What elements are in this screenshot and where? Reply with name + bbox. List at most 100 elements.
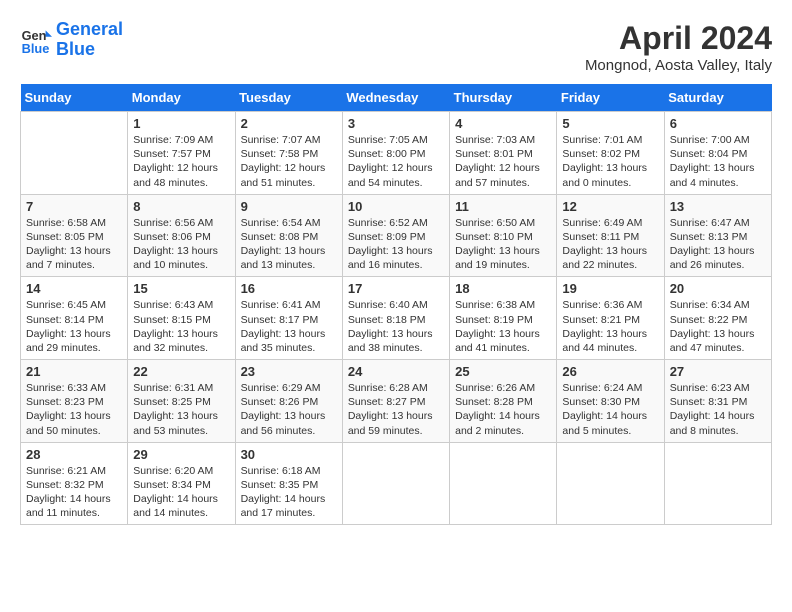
day-info: Sunrise: 7:09 AM Sunset: 7:57 PM Dayligh… xyxy=(133,133,229,190)
day-info: Sunrise: 6:52 AM Sunset: 8:09 PM Dayligh… xyxy=(348,216,444,273)
calendar-cell: 6 Sunrise: 7:00 AM Sunset: 8:04 PM Daylig… xyxy=(664,112,771,195)
day-number: 28 xyxy=(26,447,122,462)
calendar-cell: 8Sunrise: 6:56 AM Sunset: 8:06 PM Daylig… xyxy=(128,194,235,277)
day-header-tuesday: Tuesday xyxy=(235,84,342,112)
day-number: 2 xyxy=(241,116,337,131)
calendar-cell: 11 Sunrise: 6:50 AM Sunset: 8:10 PM Dayli… xyxy=(450,194,557,277)
day-info: Sunrise: 6:33 AM Sunset: 8:23 PM Dayligh… xyxy=(26,381,122,438)
calendar-cell: 27 Sunrise: 6:23 AM Sunset: 8:31 PM Dayli… xyxy=(664,360,771,443)
day-header-thursday: Thursday xyxy=(450,84,557,112)
header: Gen Blue General Blue April 2024 Mongnod… xyxy=(20,20,772,74)
calendar-cell: 18 Sunrise: 6:38 AM Sunset: 8:19 PM Dayli… xyxy=(450,277,557,360)
day-number: 20 xyxy=(670,281,766,296)
day-info: Sunrise: 6:28 AM Sunset: 8:27 PM Dayligh… xyxy=(348,381,444,438)
day-info: Sunrise: 6:26 AM Sunset: 8:28 PM Dayligh… xyxy=(455,381,551,438)
calendar-cell: 12Sunrise: 6:49 AM Sunset: 8:11 PM Dayli… xyxy=(557,194,664,277)
logo-text: General xyxy=(56,20,123,40)
calendar-cell: 16 Sunrise: 6:41 AM Sunset: 8:17 PM Dayli… xyxy=(235,277,342,360)
calendar-cell: 28Sunrise: 6:21 AM Sunset: 8:32 PM Dayli… xyxy=(21,442,128,525)
day-headers: SundayMondayTuesdayWednesdayThursdayFrid… xyxy=(21,84,772,112)
calendar-cell: 22Sunrise: 6:31 AM Sunset: 8:25 PM Dayli… xyxy=(128,360,235,443)
svg-text:Blue: Blue xyxy=(22,41,50,56)
week-row-3: 14 Sunrise: 6:45 AM Sunset: 8:14 PM Dayli… xyxy=(21,277,772,360)
day-number: 26 xyxy=(562,364,658,379)
day-header-friday: Friday xyxy=(557,84,664,112)
calendar-cell: 13Sunrise: 6:47 AM Sunset: 8:13 PM Dayli… xyxy=(664,194,771,277)
calendar-cell: 17 Sunrise: 6:40 AM Sunset: 8:18 PM Dayli… xyxy=(342,277,449,360)
day-number: 16 xyxy=(241,281,337,296)
day-info: Sunrise: 6:36 AM Sunset: 8:21 PM Dayligh… xyxy=(562,298,658,355)
day-info: Sunrise: 6:45 AM Sunset: 8:14 PM Dayligh… xyxy=(26,298,122,355)
day-info: Sunrise: 7:05 AM Sunset: 8:00 PM Dayligh… xyxy=(348,133,444,190)
calendar-cell: 30 Sunrise: 6:18 AM Sunset: 8:35 PM Dayli… xyxy=(235,442,342,525)
day-number: 6 xyxy=(670,116,766,131)
calendar-cell xyxy=(21,112,128,195)
day-number: 13 xyxy=(670,199,766,214)
calendar-cell: 3Sunrise: 7:05 AM Sunset: 8:00 PM Daylig… xyxy=(342,112,449,195)
day-info: Sunrise: 6:23 AM Sunset: 8:31 PM Dayligh… xyxy=(670,381,766,438)
calendar-cell: 20 Sunrise: 6:34 AM Sunset: 8:22 PM Dayli… xyxy=(664,277,771,360)
day-number: 4 xyxy=(455,116,551,131)
day-number: 9 xyxy=(241,199,337,214)
calendar-table: SundayMondayTuesdayWednesdayThursdayFrid… xyxy=(20,84,772,525)
week-row-2: 7Sunrise: 6:58 AM Sunset: 8:05 PM Daylig… xyxy=(21,194,772,277)
calendar-cell: 19Sunrise: 6:36 AM Sunset: 8:21 PM Dayli… xyxy=(557,277,664,360)
calendar-cell: 7Sunrise: 6:58 AM Sunset: 8:05 PM Daylig… xyxy=(21,194,128,277)
day-header-monday: Monday xyxy=(128,84,235,112)
day-info: Sunrise: 6:18 AM Sunset: 8:35 PM Dayligh… xyxy=(241,464,337,521)
day-info: Sunrise: 6:43 AM Sunset: 8:15 PM Dayligh… xyxy=(133,298,229,355)
calendar-cell: 25Sunrise: 6:26 AM Sunset: 8:28 PM Dayli… xyxy=(450,360,557,443)
calendar-cell: 26Sunrise: 6:24 AM Sunset: 8:30 PM Dayli… xyxy=(557,360,664,443)
day-header-wednesday: Wednesday xyxy=(342,84,449,112)
day-info: Sunrise: 6:40 AM Sunset: 8:18 PM Dayligh… xyxy=(348,298,444,355)
day-number: 30 xyxy=(241,447,337,462)
day-info: Sunrise: 7:01 AM Sunset: 8:02 PM Dayligh… xyxy=(562,133,658,190)
day-header-saturday: Saturday xyxy=(664,84,771,112)
calendar-cell: 1Sunrise: 7:09 AM Sunset: 7:57 PM Daylig… xyxy=(128,112,235,195)
calendar-cell xyxy=(450,442,557,525)
logo: Gen Blue General Blue xyxy=(20,20,123,60)
day-number: 18 xyxy=(455,281,551,296)
day-number: 23 xyxy=(241,364,337,379)
week-row-4: 21 Sunrise: 6:33 AM Sunset: 8:23 PM Dayli… xyxy=(21,360,772,443)
calendar-cell: 2 Sunrise: 7:07 AM Sunset: 7:58 PM Daylig… xyxy=(235,112,342,195)
day-number: 10 xyxy=(348,199,444,214)
calendar-cell: 29 Sunrise: 6:20 AM Sunset: 8:34 PM Dayli… xyxy=(128,442,235,525)
calendar-cell: 23 Sunrise: 6:29 AM Sunset: 8:26 PM Dayli… xyxy=(235,360,342,443)
day-number: 15 xyxy=(133,281,229,296)
day-number: 24 xyxy=(348,364,444,379)
day-info: Sunrise: 6:34 AM Sunset: 8:22 PM Dayligh… xyxy=(670,298,766,355)
logo-text-blue: Blue xyxy=(56,40,123,60)
location: Mongnod, Aosta Valley, Italy xyxy=(585,57,772,74)
day-number: 14 xyxy=(26,281,122,296)
day-number: 29 xyxy=(133,447,229,462)
calendar-cell xyxy=(342,442,449,525)
calendar-cell: 24 Sunrise: 6:28 AM Sunset: 8:27 PM Dayli… xyxy=(342,360,449,443)
day-info: Sunrise: 6:20 AM Sunset: 8:34 PM Dayligh… xyxy=(133,464,229,521)
day-info: Sunrise: 7:03 AM Sunset: 8:01 PM Dayligh… xyxy=(455,133,551,190)
day-number: 22 xyxy=(133,364,229,379)
day-info: Sunrise: 7:00 AM Sunset: 8:04 PM Dayligh… xyxy=(670,133,766,190)
week-row-1: 1Sunrise: 7:09 AM Sunset: 7:57 PM Daylig… xyxy=(21,112,772,195)
calendar-cell xyxy=(557,442,664,525)
day-info: Sunrise: 6:38 AM Sunset: 8:19 PM Dayligh… xyxy=(455,298,551,355)
day-number: 12 xyxy=(562,199,658,214)
day-info: Sunrise: 6:29 AM Sunset: 8:26 PM Dayligh… xyxy=(241,381,337,438)
logo-icon: Gen Blue xyxy=(20,24,52,56)
week-row-5: 28Sunrise: 6:21 AM Sunset: 8:32 PM Dayli… xyxy=(21,442,772,525)
day-info: Sunrise: 7:07 AM Sunset: 7:58 PM Dayligh… xyxy=(241,133,337,190)
calendar-cell: 10 Sunrise: 6:52 AM Sunset: 8:09 PM Dayli… xyxy=(342,194,449,277)
calendar-cell: 14 Sunrise: 6:45 AM Sunset: 8:14 PM Dayli… xyxy=(21,277,128,360)
day-info: Sunrise: 6:41 AM Sunset: 8:17 PM Dayligh… xyxy=(241,298,337,355)
day-info: Sunrise: 6:50 AM Sunset: 8:10 PM Dayligh… xyxy=(455,216,551,273)
day-number: 8 xyxy=(133,199,229,214)
day-number: 27 xyxy=(670,364,766,379)
day-number: 11 xyxy=(455,199,551,214)
calendar-cell: 9 Sunrise: 6:54 AM Sunset: 8:08 PM Daylig… xyxy=(235,194,342,277)
day-number: 17 xyxy=(348,281,444,296)
day-header-sunday: Sunday xyxy=(21,84,128,112)
calendar-cell: 4 Sunrise: 7:03 AM Sunset: 8:01 PM Daylig… xyxy=(450,112,557,195)
day-info: Sunrise: 6:58 AM Sunset: 8:05 PM Dayligh… xyxy=(26,216,122,273)
day-number: 21 xyxy=(26,364,122,379)
day-info: Sunrise: 6:54 AM Sunset: 8:08 PM Dayligh… xyxy=(241,216,337,273)
